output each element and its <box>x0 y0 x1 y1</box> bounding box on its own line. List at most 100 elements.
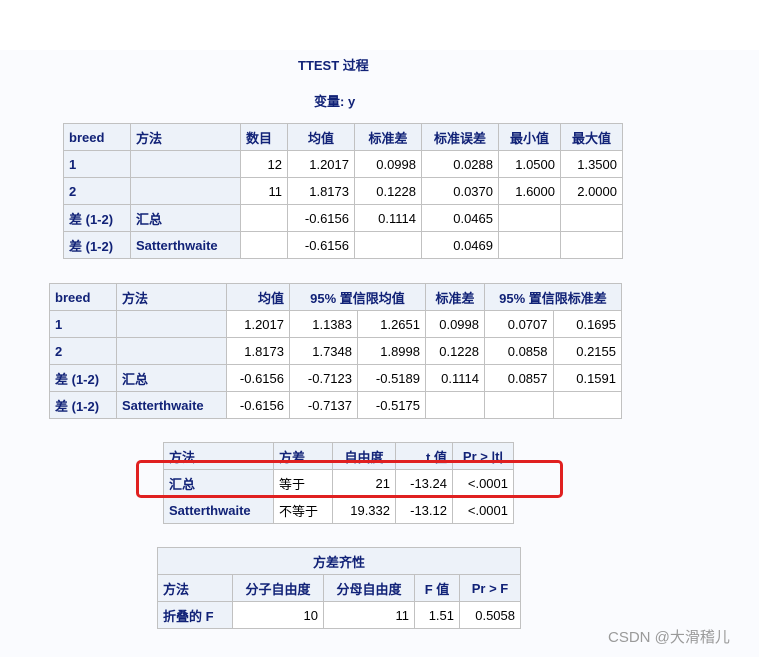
cell: 0.0288 <box>421 150 499 178</box>
cell: 12 <box>240 150 288 178</box>
row-header <box>130 150 241 178</box>
cell: 1.3500 <box>560 150 623 178</box>
row-header: 汇总 <box>130 204 241 232</box>
cell: 11 <box>240 177 288 205</box>
equality-of-variances-table: 方差齐性 方法 分子自由度 分母自由度 F 值 Pr > F 折叠的 F 10 … <box>157 547 521 629</box>
cell: -0.6156 <box>226 364 290 392</box>
row-header: 1 <box>63 150 131 178</box>
row-header <box>116 310 227 338</box>
row-header: 折叠的 F <box>157 601 233 629</box>
col-mean-ci: 95% 置信限均值 <box>289 283 426 311</box>
row-header: 差 (1-2) <box>49 391 117 419</box>
cell: 10 <box>232 601 324 629</box>
col-method: 方法 <box>157 574 233 602</box>
cell <box>484 391 554 419</box>
cell: 0.0707 <box>484 310 554 338</box>
cell: 0.2155 <box>552 337 622 365</box>
table-row: Satterthwaite 不等于 19.332 -13.12 <.0001 <box>163 496 514 524</box>
cell: 1.6000 <box>498 177 561 205</box>
cell: 0.1591 <box>552 364 622 392</box>
row-header: 差 (1-2) <box>63 231 131 259</box>
top-band <box>0 0 759 50</box>
cell: 1.0500 <box>498 150 561 178</box>
col-p-value: Pr > F <box>459 574 521 602</box>
cell: 1.7348 <box>289 337 358 365</box>
col-max: 最大值 <box>560 123 623 151</box>
cell <box>425 391 485 419</box>
cell: 0.0857 <box>484 364 554 392</box>
cell <box>240 204 288 232</box>
cell: 0.5058 <box>459 601 521 629</box>
confidence-limits-table: breed 方法 均值 95% 置信限均值 标准差 95% 置信限标准差 1 1… <box>49 283 622 419</box>
cell <box>498 204 561 232</box>
cell <box>552 391 622 419</box>
col-num-df: 分子自由度 <box>232 574 324 602</box>
col-stddev: 标准差 <box>425 283 485 311</box>
cell: -0.6156 <box>287 204 355 232</box>
cell: -0.5189 <box>357 364 426 392</box>
row-header: 差 (1-2) <box>49 364 117 392</box>
col-method: 方法 <box>116 283 227 311</box>
cell: 不等于 <box>273 496 333 524</box>
col-min: 最小值 <box>498 123 561 151</box>
cell: -0.7123 <box>289 364 358 392</box>
col-breed: breed <box>49 283 117 311</box>
cell: -13.12 <box>395 496 453 524</box>
cell: 0.1114 <box>425 364 485 392</box>
cell: 0.0998 <box>425 310 485 338</box>
cell: 1.8173 <box>287 177 355 205</box>
cell: 1.2017 <box>226 310 290 338</box>
table-row: 2 1.8173 1.7348 1.8998 0.1228 0.0858 0.2… <box>49 337 622 365</box>
table-row: 差 (1-2) 汇总 -0.6156 -0.7123 -0.5189 0.111… <box>49 364 622 392</box>
cell: 1.1383 <box>289 310 358 338</box>
cell: -0.6156 <box>226 391 290 419</box>
row-header <box>116 337 227 365</box>
table-title: 方差齐性 <box>157 547 521 575</box>
variable-subtitle: 变量: y <box>314 94 356 109</box>
cell: 11 <box>323 601 415 629</box>
col-method: 方法 <box>130 123 241 151</box>
cell: 0.0469 <box>421 231 499 259</box>
cell: 2.0000 <box>560 177 623 205</box>
cell: 0.0370 <box>421 177 499 205</box>
col-mean: 均值 <box>287 123 355 151</box>
table-row: 差 (1-2) 汇总 -0.6156 0.1114 0.0465 <box>63 204 623 232</box>
col-n: 数目 <box>240 123 288 151</box>
table-row: 1 1.2017 1.1383 1.2651 0.0998 0.0707 0.1… <box>49 310 622 338</box>
col-mean: 均值 <box>226 283 290 311</box>
cell <box>560 231 623 259</box>
row-header: 1 <box>49 310 117 338</box>
cell <box>240 231 288 259</box>
col-f-value: F 值 <box>414 574 460 602</box>
row-header: Satterthwaite <box>130 231 241 259</box>
table-row: 1 12 1.2017 0.0998 0.0288 1.0500 1.3500 <box>63 150 623 178</box>
col-stddev: 标准差 <box>354 123 422 151</box>
cell: 1.8173 <box>226 337 290 365</box>
watermark: CSDN @大滑稽儿 <box>608 629 730 646</box>
col-stddev-ci: 95% 置信限标准差 <box>484 283 622 311</box>
table-row: 折叠的 F 10 11 1.51 0.5058 <box>157 601 521 629</box>
cell: -0.7137 <box>289 391 358 419</box>
cell: -0.5175 <box>357 391 426 419</box>
cell <box>354 231 422 259</box>
cell: 19.332 <box>332 496 396 524</box>
col-stderr: 标准误差 <box>421 123 499 151</box>
cell: <.0001 <box>452 496 514 524</box>
row-header <box>130 177 241 205</box>
cell: 1.2651 <box>357 310 426 338</box>
table-row: 2 11 1.8173 0.1228 0.0370 1.6000 2.0000 <box>63 177 623 205</box>
statistics-table: breed 方法 数目 均值 标准差 标准误差 最小值 最大值 1 12 1.2… <box>63 123 623 259</box>
cell <box>498 231 561 259</box>
row-header: 差 (1-2) <box>63 204 131 232</box>
cell: -0.6156 <box>287 231 355 259</box>
highlight-annotation <box>136 460 563 498</box>
cell: 0.1228 <box>354 177 422 205</box>
row-header: 2 <box>63 177 131 205</box>
table-row: 差 (1-2) Satterthwaite -0.6156 0.0469 <box>63 231 623 259</box>
cell: 0.1114 <box>354 204 422 232</box>
cell: 1.8998 <box>357 337 426 365</box>
row-header: 2 <box>49 337 117 365</box>
cell: 0.1228 <box>425 337 485 365</box>
cell: 0.0858 <box>484 337 554 365</box>
col-den-df: 分母自由度 <box>323 574 415 602</box>
